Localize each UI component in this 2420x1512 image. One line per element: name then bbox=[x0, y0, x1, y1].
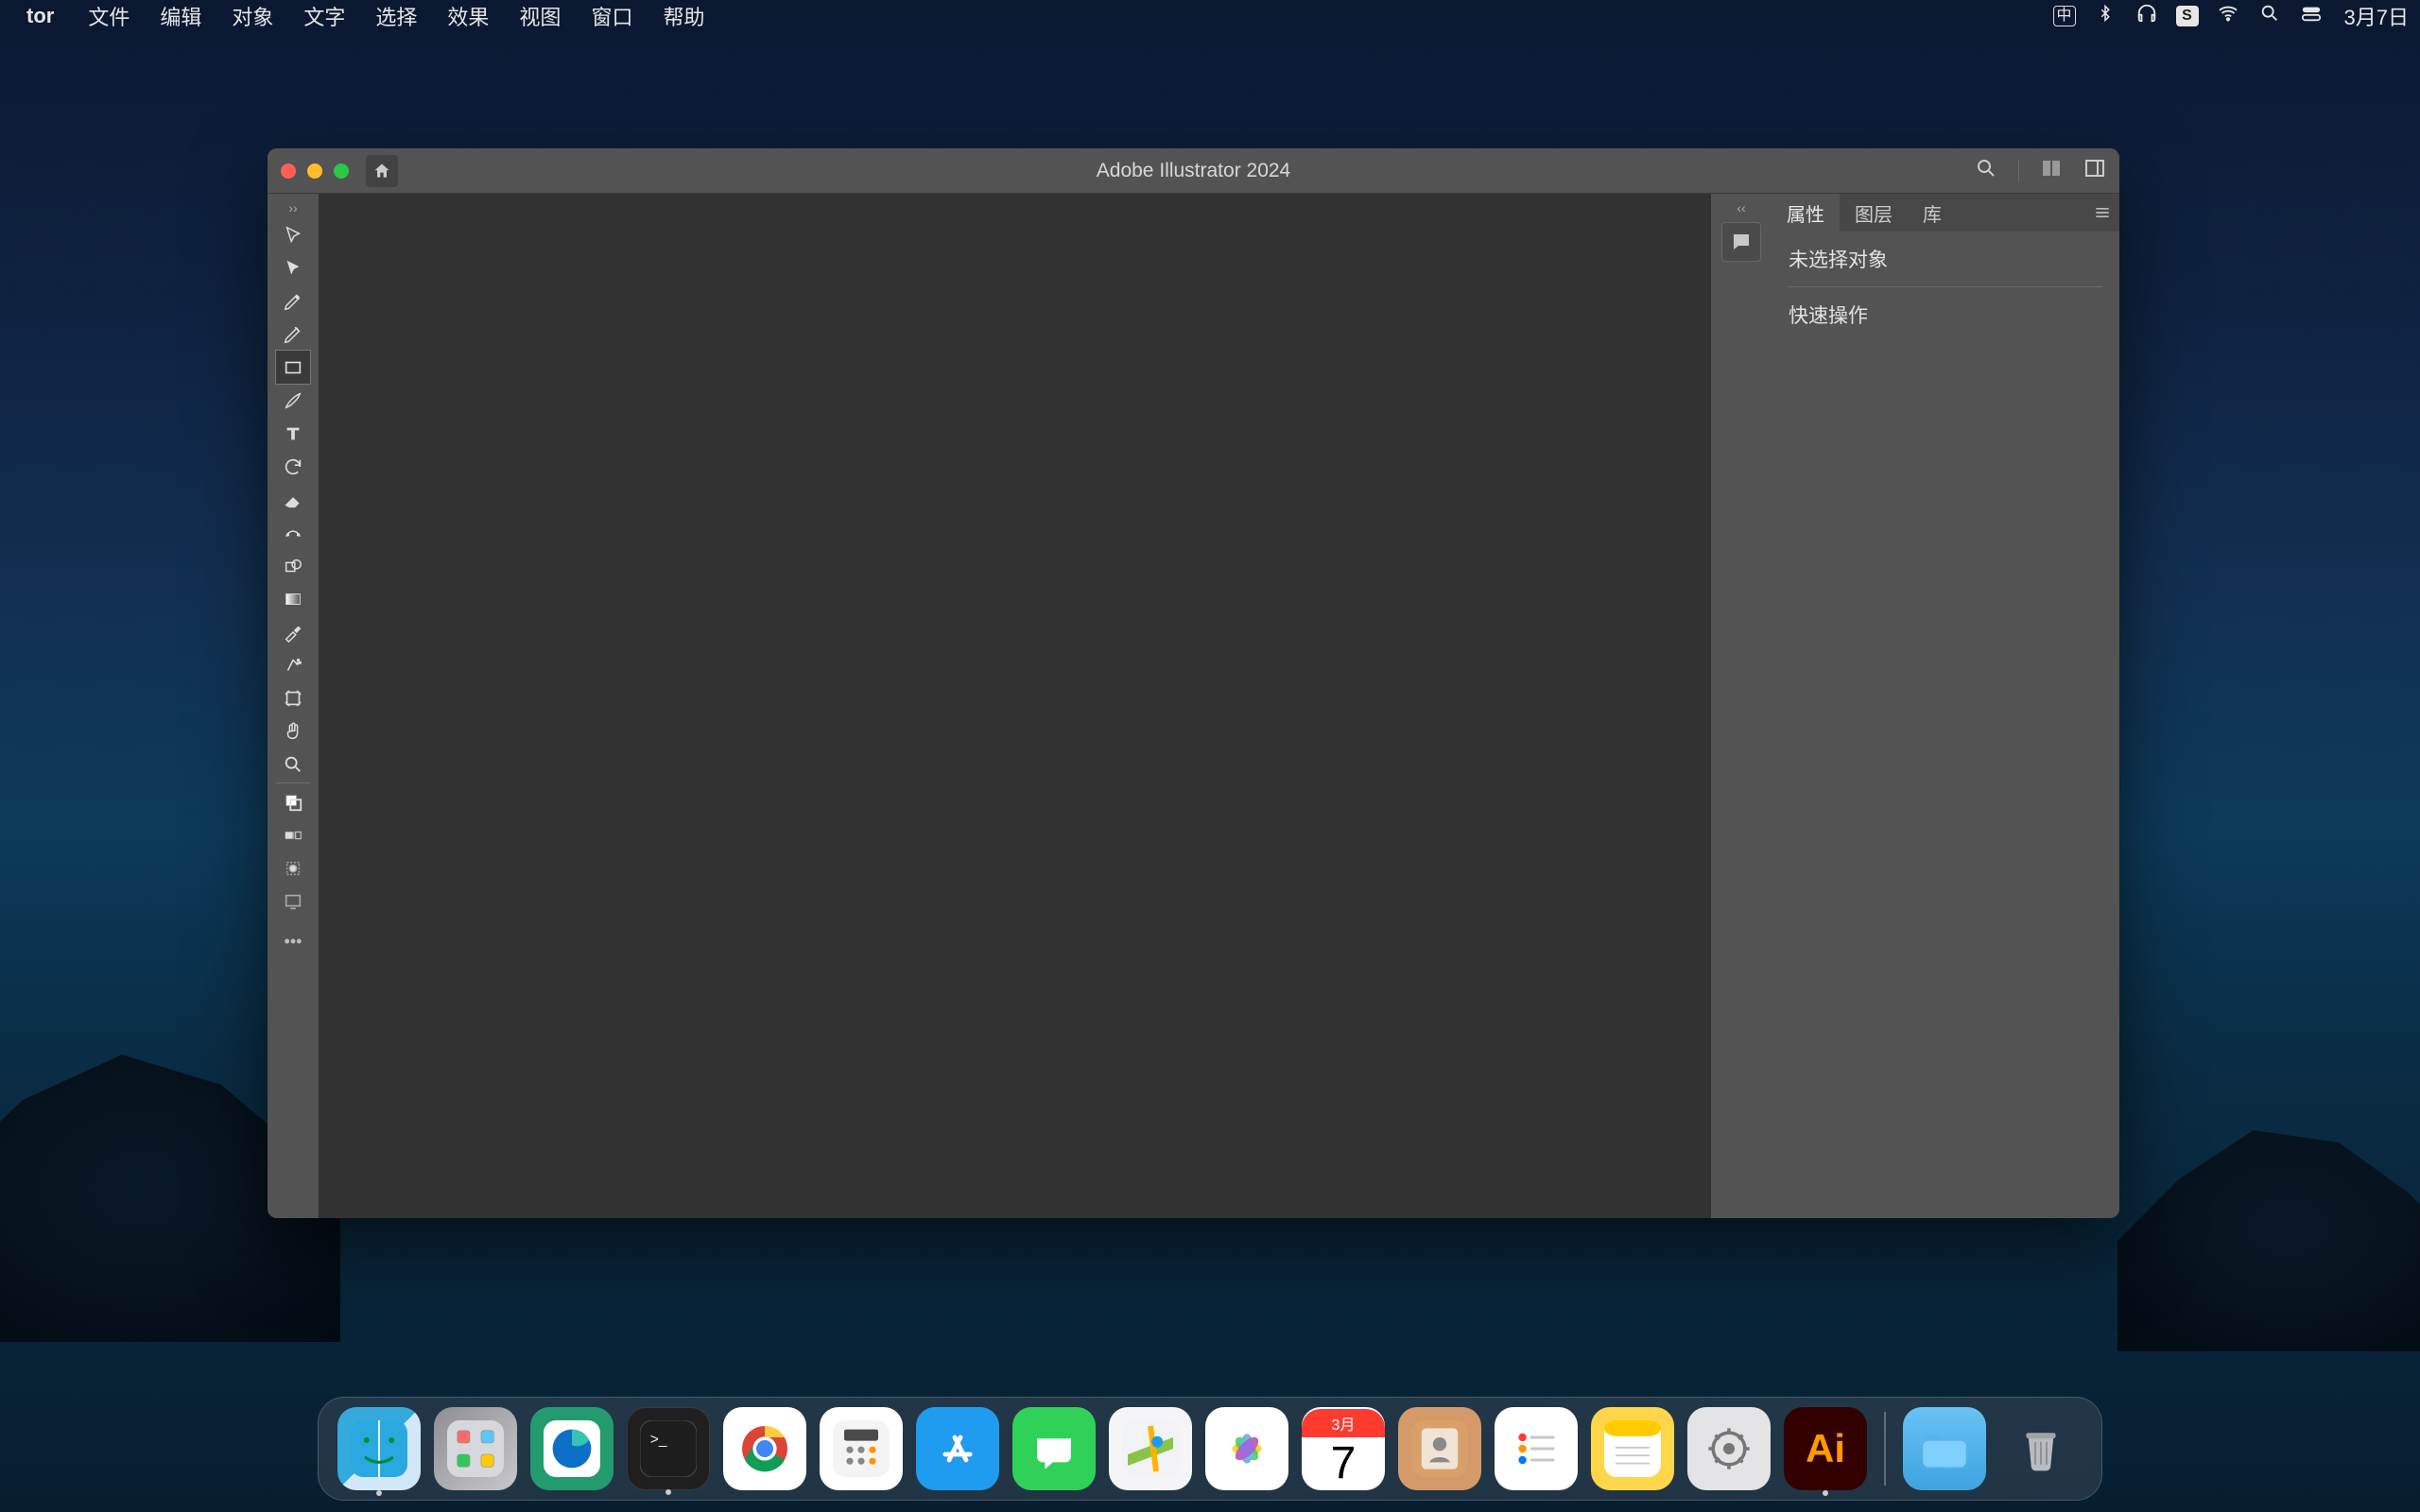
comments-panel-button[interactable] bbox=[1721, 222, 1761, 262]
menubar-item-effect[interactable]: 效果 bbox=[432, 1, 504, 31]
menubar-item-view[interactable]: 视图 bbox=[504, 1, 576, 31]
eraser-tool[interactable] bbox=[276, 483, 310, 516]
width-tool[interactable] bbox=[276, 516, 310, 549]
hand-tool[interactable] bbox=[276, 714, 310, 747]
illustrator-ai-label: Ai bbox=[1806, 1426, 1845, 1471]
macos-menubar: tor 文件 编辑 对象 文字 选择 效果 视图 窗口 帮助 中 S 3月7日 bbox=[0, 0, 2420, 32]
edit-toolbar-button[interactable]: ••• bbox=[276, 925, 310, 958]
dock-illustrator[interactable]: Ai bbox=[1784, 1407, 1867, 1490]
window-body: ›› ••• bbox=[268, 194, 2119, 1218]
bluetooth-icon[interactable] bbox=[2093, 3, 2118, 29]
screen-mode-control[interactable] bbox=[276, 885, 310, 918]
menubar-item-object[interactable]: 对象 bbox=[216, 1, 288, 31]
wifi-icon[interactable] bbox=[2216, 3, 2240, 29]
canvas-area bbox=[319, 194, 1711, 1218]
dock-appstore[interactable] bbox=[916, 1407, 999, 1490]
properties-panel: 属性 图层 库 未选择对象 快速操作 bbox=[1772, 194, 2119, 1218]
calendar-day-label: 7 bbox=[1331, 1437, 1357, 1489]
type-tool[interactable] bbox=[276, 417, 310, 450]
dock-settings[interactable] bbox=[1687, 1407, 1771, 1490]
direct-selection-tool[interactable] bbox=[276, 251, 310, 284]
dock-downloads[interactable] bbox=[1903, 1407, 1986, 1490]
tool-panel: ›› ••• bbox=[268, 194, 319, 1218]
shape-builder-tool[interactable] bbox=[276, 549, 310, 582]
panel-body: 未选择对象 快速操作 bbox=[1772, 232, 2119, 1218]
titlebar-right-controls bbox=[1975, 157, 2106, 185]
calendar-month-label: 3月 bbox=[1302, 1409, 1385, 1437]
control-center-icon[interactable] bbox=[2299, 3, 2324, 29]
menubar-left: tor 文件 编辑 对象 文字 选择 效果 视图 窗口 帮助 bbox=[11, 1, 719, 31]
menubar-item-type[interactable]: 文字 bbox=[288, 1, 360, 31]
headphones-icon[interactable] bbox=[2135, 3, 2159, 29]
input-method-icon[interactable]: 中 bbox=[2053, 6, 2076, 26]
panel-tabs: 属性 图层 库 bbox=[1772, 194, 2119, 232]
selection-tool[interactable] bbox=[276, 218, 310, 251]
zoom-tool[interactable] bbox=[276, 747, 310, 781]
dock-chrome[interactable] bbox=[723, 1407, 806, 1490]
dock-finder[interactable] bbox=[337, 1407, 421, 1490]
window-title: Adobe Illustrator 2024 bbox=[1097, 160, 1290, 182]
workspace-switcher-icon[interactable] bbox=[2083, 157, 2106, 185]
fill-stroke-control[interactable] bbox=[276, 785, 310, 818]
tool-separator bbox=[276, 782, 310, 783]
menubar-item-select[interactable]: 选择 bbox=[360, 1, 432, 31]
tab-properties[interactable]: 属性 bbox=[1772, 194, 1840, 232]
no-selection-label: 未选择对象 bbox=[1789, 245, 2102, 287]
rotate-tool[interactable] bbox=[276, 450, 310, 483]
dock-launchpad[interactable] bbox=[434, 1407, 517, 1490]
right-dock-expand-icon[interactable]: ‹‹ bbox=[1737, 198, 1745, 218]
paintbrush-tool[interactable] bbox=[276, 384, 310, 417]
dock-calculator[interactable] bbox=[820, 1407, 903, 1490]
menubar-date[interactable]: 3月7日 bbox=[2344, 1, 2409, 31]
window-zoom-button[interactable] bbox=[334, 163, 349, 179]
menubar-app-name[interactable]: tor bbox=[11, 4, 73, 28]
symbol-sprayer-tool[interactable] bbox=[276, 648, 310, 681]
dock-terminal[interactable]: >_ bbox=[627, 1407, 710, 1490]
menubar-right: 中 S 3月7日 bbox=[2053, 1, 2409, 31]
illustrator-window: Adobe Illustrator 2024 ›› bbox=[268, 148, 2119, 1218]
spotlight-icon[interactable] bbox=[2257, 3, 2282, 29]
rectangle-tool[interactable] bbox=[276, 351, 310, 384]
dock-notes[interactable] bbox=[1591, 1407, 1674, 1490]
dock-reminders[interactable] bbox=[1495, 1407, 1578, 1490]
artboard-tool[interactable] bbox=[276, 681, 310, 714]
dock-contacts[interactable] bbox=[1398, 1407, 1481, 1490]
curvature-tool[interactable] bbox=[276, 318, 310, 351]
gradient-tool[interactable] bbox=[276, 582, 310, 615]
dock-trash[interactable] bbox=[1999, 1407, 2083, 1490]
desktop-island-right bbox=[2118, 1106, 2420, 1351]
tab-layers[interactable]: 图层 bbox=[1840, 194, 1908, 232]
titlebar-separator bbox=[2018, 160, 2019, 182]
dock-edge[interactable] bbox=[530, 1407, 614, 1490]
macos-dock: >_ 3月 7 Ai bbox=[318, 1397, 2102, 1501]
window-traffic-lights bbox=[281, 163, 349, 179]
menubar-item-window[interactable]: 窗口 bbox=[576, 1, 648, 31]
arrange-documents-icon[interactable] bbox=[2040, 157, 2063, 185]
window-close-button[interactable] bbox=[281, 163, 296, 179]
app-s-icon[interactable]: S bbox=[2176, 6, 2199, 26]
pen-tool[interactable] bbox=[276, 284, 310, 318]
svg-text:>_: >_ bbox=[650, 1432, 667, 1448]
dock-calendar[interactable]: 3月 7 bbox=[1302, 1407, 1385, 1490]
window-minimize-button[interactable] bbox=[307, 163, 322, 179]
quick-actions-label: 快速操作 bbox=[1789, 301, 2102, 329]
right-dock-collapsed: ‹‹ bbox=[1711, 194, 1772, 1218]
draw-mode-normal[interactable] bbox=[276, 851, 310, 885]
panel-menu-icon[interactable] bbox=[2085, 194, 2119, 232]
home-button[interactable] bbox=[366, 155, 398, 187]
canvas-empty[interactable] bbox=[319, 194, 1711, 1218]
menubar-item-edit[interactable]: 编辑 bbox=[145, 1, 216, 31]
menubar-item-file[interactable]: 文件 bbox=[73, 1, 145, 31]
menubar-item-help[interactable]: 帮助 bbox=[648, 1, 719, 31]
eyedropper-tool[interactable] bbox=[276, 615, 310, 648]
window-titlebar: Adobe Illustrator 2024 bbox=[268, 148, 2119, 194]
dock-messages[interactable] bbox=[1012, 1407, 1096, 1490]
dock-photos[interactable] bbox=[1205, 1407, 1288, 1490]
tool-panel-collapse-icon[interactable]: ›› bbox=[288, 198, 297, 218]
tab-libraries[interactable]: 库 bbox=[1908, 194, 1957, 232]
search-icon[interactable] bbox=[1975, 157, 1997, 185]
color-mode-control[interactable] bbox=[276, 818, 310, 851]
dock-maps[interactable] bbox=[1109, 1407, 1192, 1490]
dock-separator bbox=[1884, 1412, 1886, 1486]
